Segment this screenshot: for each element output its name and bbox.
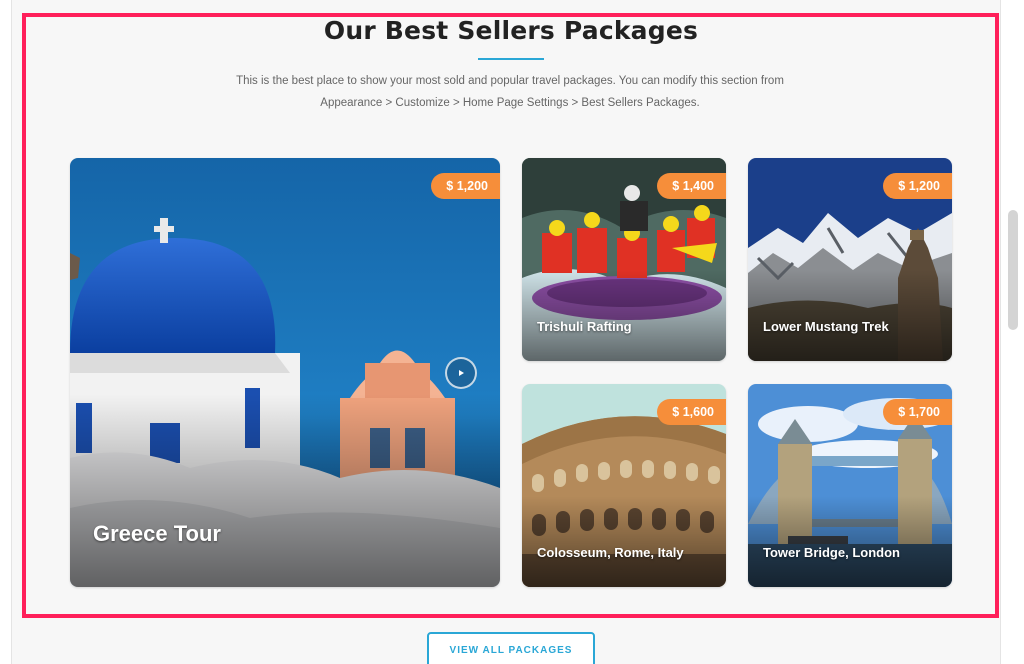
selection-highlight-frame bbox=[22, 13, 999, 618]
view-all-packages-button[interactable]: VIEW ALL PACKAGES bbox=[427, 632, 595, 664]
left-edge bbox=[0, 0, 12, 664]
scrollbar-thumb[interactable] bbox=[1008, 210, 1018, 330]
scrollbar-track[interactable] bbox=[1000, 0, 1024, 664]
